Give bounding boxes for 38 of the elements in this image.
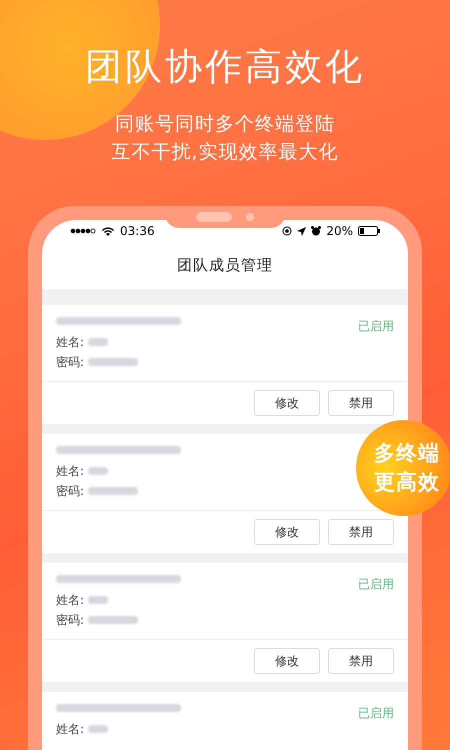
action-button[interactable]: 修改 [254,648,320,674]
action-button[interactable]: 禁用 [328,390,394,416]
field-label: 密码: [56,484,84,498]
blurred-text [88,487,138,495]
status-time: 03:36 [120,223,155,240]
blurred-text [88,596,108,604]
field-label: 密码: [56,355,84,369]
status-label: 已启用 [358,576,394,593]
location-icon [297,226,306,236]
action-button[interactable]: 禁用 [328,519,394,545]
field-label: 姓名: [56,335,84,349]
camera-icon [246,213,254,221]
battery-icon [358,226,380,236]
subtitle-line: 互不干扰,实现效率最大化 [111,140,339,165]
subtitle-line: 同账号同时多个终端登陆 [114,112,335,137]
status-label: 已启用 [358,705,394,722]
signal-icon [70,228,96,234]
status-label: 已启用 [358,318,394,335]
action-button[interactable]: 修改 [254,390,320,416]
action-button[interactable]: 禁用 [328,648,394,674]
field-label: 密码: [56,613,84,627]
blurred-text [88,338,108,346]
headline: 团队协作高效化 [85,44,365,90]
badge-text: 更高效 [374,469,441,496]
speaker-icon [196,212,232,222]
battery-percent: 20% [326,223,353,240]
blurred-text [88,358,138,366]
action-button[interactable]: 修改 [254,519,320,545]
badge-text: 多终端 [374,440,441,467]
field-label: 姓名: [56,464,84,478]
field-label: 姓名: [56,593,84,607]
blurred-text [88,725,108,733]
screen-title: 团队成员管理 [177,255,273,276]
blurred-text [88,616,138,624]
alarm-icon [311,226,322,236]
wifi-icon [102,226,114,236]
field-label: 姓名: [56,722,84,736]
blurred-text [88,467,108,475]
